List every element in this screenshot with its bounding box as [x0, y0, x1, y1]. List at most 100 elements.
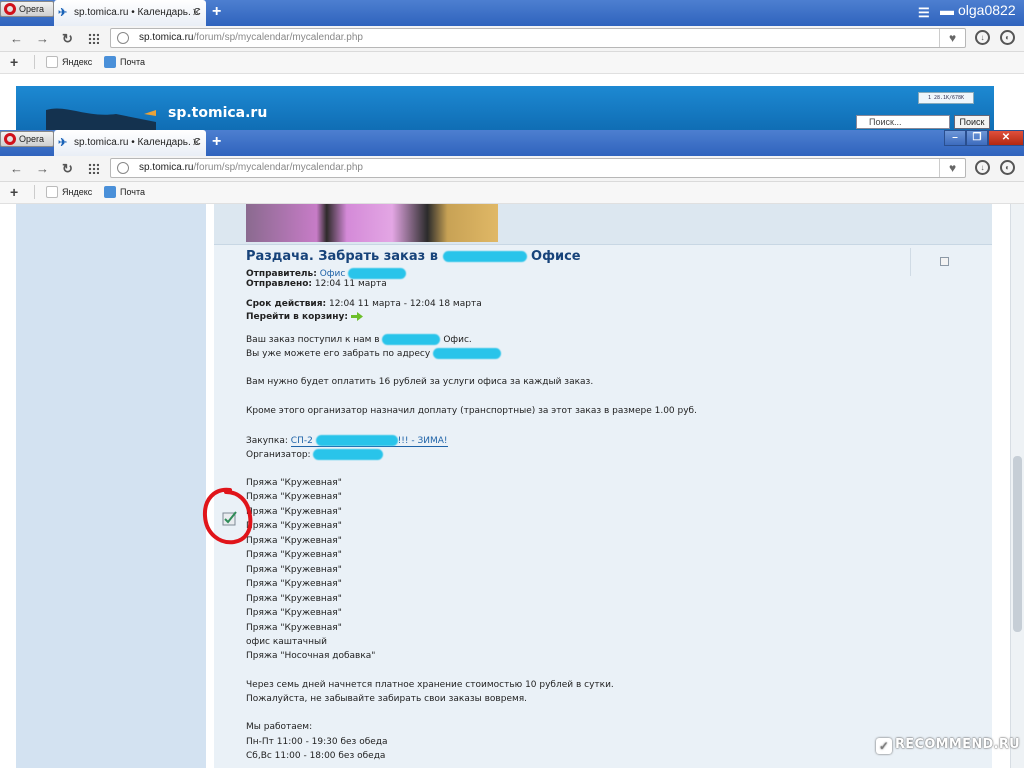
go-to-cart-arrow-icon[interactable]	[350, 312, 363, 321]
body-line: Вам нужно будет оплатить 16 рублей за ус…	[246, 377, 593, 387]
new-tab-button[interactable]: +	[212, 133, 221, 151]
minimize-icon[interactable]: ▬	[940, 2, 954, 18]
body-text: Мы работаем:	[246, 722, 313, 732]
message-select-checkbox[interactable]	[940, 257, 949, 266]
site-favicon-icon: ✈	[58, 7, 68, 19]
download-icon[interactable]: ↓	[975, 160, 990, 175]
bookmark-yandex[interactable]: Яндекс	[46, 56, 93, 68]
order-item: Пряжа "Кружевная"	[246, 622, 342, 633]
valid-label: Срок действия:	[246, 299, 327, 309]
close-tab-icon[interactable]: ✕	[192, 136, 201, 149]
storage-line: Пожалуйста, не забывайте забирать свои з…	[246, 694, 527, 704]
order-checkbox-icon[interactable]	[222, 510, 238, 526]
order-item: Пряжа "Носочная добавка"	[246, 651, 376, 662]
close-tab-icon[interactable]: ✕	[192, 6, 201, 19]
purchase-label: Закупка:	[246, 436, 288, 446]
visit-counter: 1 28.1K/678K	[918, 92, 974, 104]
message-panel: Раздача. Забрать заказ в Офисе Отправите…	[214, 204, 992, 768]
redaction-mark	[433, 348, 502, 359]
vertical-scrollbar[interactable]	[1010, 204, 1024, 768]
bookmark-mail[interactable]: Почта	[104, 56, 145, 68]
redaction-mark	[348, 268, 407, 279]
tab-bar-back: Opera ✈ sp.tomica.ru • Календарь. С ✕ + …	[0, 0, 1024, 26]
yandex-icon	[46, 186, 58, 198]
redaction-mark	[313, 449, 384, 460]
title-text: Офисе	[531, 249, 581, 264]
purchase-line: Закупка: СП-2 !!! - ЗИМА!	[246, 435, 448, 447]
forward-icon[interactable]: →	[36, 161, 49, 176]
order-item: Пряжа "Кружевная"	[246, 550, 342, 561]
address-field[interactable]: sp.tomica.ru/forum/sp/mycalendar/mycalen…	[110, 28, 966, 48]
body-text: Ваш заказ поступил к нам в	[246, 335, 380, 345]
address-field[interactable]: sp.tomica.ru/forum/sp/mycalendar/mycalen…	[110, 158, 966, 178]
redaction-mark	[315, 435, 398, 446]
turbo-icon[interactable]: ◐	[1000, 30, 1015, 45]
order-item: Пряжа "Кружевная"	[246, 535, 342, 546]
bookmark-heart-icon[interactable]: ♥	[939, 29, 965, 47]
cart-line: Перейти в корзину:	[246, 312, 363, 322]
url-host: sp.tomica.ru	[139, 162, 194, 173]
hours-title: Мы работаем:	[246, 722, 312, 732]
organizer-label: Организатор:	[246, 450, 311, 460]
cart-label: Перейти в корзину:	[246, 312, 348, 322]
opera-label: Opera	[19, 134, 45, 144]
tab-bar-front: Opera ✈ sp.tomica.ru • Календарь. С ✕ + …	[0, 130, 1024, 156]
close-window-button[interactable]: ✕	[988, 130, 1024, 146]
bookmark-label: Яндекс	[62, 57, 93, 67]
bookmark-mail[interactable]: Почта	[104, 186, 145, 198]
recommend-logo-icon: ✓	[876, 738, 892, 754]
forward-icon[interactable]: →	[36, 31, 49, 46]
bookmark-yandex[interactable]: Яндекс	[46, 186, 92, 198]
add-bookmark-icon[interactable]: +	[10, 54, 18, 70]
restore-button[interactable]: ❐	[966, 130, 988, 146]
reload-icon[interactable]: ↻	[62, 161, 73, 177]
site-banner: sp.tomica.ru 1 28.1K/678K Поиск... Поиск	[16, 86, 994, 132]
search-input[interactable]: Поиск...	[856, 115, 950, 129]
site-name[interactable]: sp.tomica.ru	[168, 105, 267, 121]
divider	[34, 55, 35, 69]
tab-calendar[interactable]: ✈ sp.tomica.ru • Календарь. С ✕	[54, 130, 206, 156]
url-text[interactable]: sp.tomica.ru/forum/sp/mycalendar/mycalen…	[139, 162, 363, 173]
page-viewport: Раздача. Забрать заказ в Офисе Отправите…	[0, 204, 1024, 768]
order-item: Пряжа "Кружевная"	[246, 593, 342, 604]
add-bookmark-icon[interactable]: +	[10, 184, 18, 200]
search-button[interactable]: Поиск	[954, 115, 990, 129]
tab-title: sp.tomica.ru • Календарь. С	[74, 7, 201, 18]
bookmark-heart-icon[interactable]: ♥	[939, 159, 965, 177]
speed-dial-icon[interactable]	[88, 33, 99, 44]
bookmark-label: Почта	[120, 187, 145, 197]
opera-menu-button[interactable]: Opera	[0, 1, 54, 17]
body-text: Кроме этого организатор назначил доплату…	[246, 406, 697, 416]
address-toolbar-back: ← → ↻ sp.tomica.ru/forum/sp/mycalendar/m…	[0, 26, 1024, 52]
minimize-button[interactable]: –	[944, 130, 966, 146]
url-text[interactable]: sp.tomica.ru/forum/sp/mycalendar/mycalen…	[139, 32, 363, 43]
tab-menu-icon[interactable]: ☰	[918, 5, 930, 21]
redaction-mark	[442, 251, 527, 262]
watermark: ✓ RECOMMEND.RU	[876, 737, 1020, 757]
sent-value: 12:04 11 марта	[314, 279, 387, 289]
purchase-link[interactable]: СП-2 !!! - ЗИМА!	[290, 435, 448, 447]
reload-icon[interactable]: ↻	[62, 31, 73, 47]
speed-dial-icon[interactable]	[88, 163, 99, 174]
yandex-icon	[46, 56, 58, 68]
back-icon[interactable]: ←	[10, 161, 23, 176]
order-item: Пряжа "Кружевная"	[246, 492, 342, 503]
order-item: Пряжа "Кружевная"	[246, 478, 342, 488]
divider	[34, 185, 35, 199]
watermark-text: RECOMMEND.RU	[895, 737, 1021, 752]
message-title[interactable]: Раздача. Забрать заказ в Офисе	[246, 249, 581, 264]
body-text: Сб,Вс 11:00 - 18:00 без обеда	[246, 751, 386, 761]
body-line: Вы уже можете его забрать по адресу	[246, 348, 502, 359]
valid-value: 12:04 11 марта - 12:04 18 марта	[328, 299, 482, 309]
tab-calendar[interactable]: ✈ sp.tomica.ru • Календарь. С ✕	[54, 0, 206, 26]
scrollbar-thumb[interactable]	[1013, 456, 1022, 632]
purchase-text: !!! - ЗИМА!	[397, 436, 448, 446]
opera-menu-button[interactable]: Opera	[0, 131, 54, 147]
new-tab-button[interactable]: +	[212, 3, 221, 21]
download-icon[interactable]: ↓	[975, 30, 990, 45]
body-text: Пожалуйста, не забывайте забирать свои з…	[246, 694, 528, 704]
turbo-icon[interactable]: ◐	[1000, 160, 1015, 175]
body-text: Вы уже можете его забрать по адресу	[246, 349, 431, 359]
sender-link[interactable]: Офис	[320, 269, 346, 279]
back-icon[interactable]: ←	[10, 31, 23, 46]
